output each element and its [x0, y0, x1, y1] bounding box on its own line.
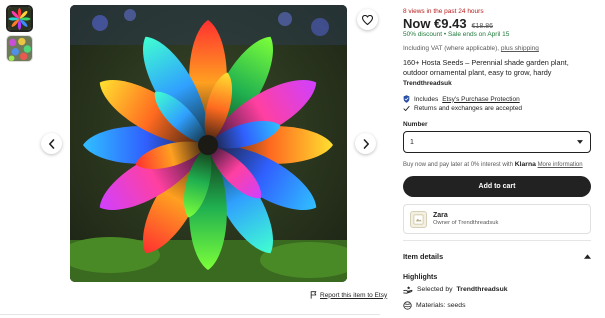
price-row: Now €9.43 €18.86 [403, 16, 493, 31]
returns-text: Returns and exchanges are accepted [414, 105, 523, 112]
returns-row: Returns and exchanges are accepted [403, 105, 522, 112]
heart-icon [362, 14, 373, 25]
number-select[interactable]: 1 [403, 131, 591, 153]
seller-info: Zara Owner of Trendthreadsuk [433, 212, 498, 226]
sale-end-note: Sale ends on April 15 [447, 31, 510, 38]
discount-line: 50% discount • Sale ends on April 15 [403, 31, 509, 38]
discount-note: 50% discount [403, 31, 443, 38]
materials-icon [403, 301, 412, 310]
next-image-button[interactable] [355, 133, 376, 154]
highlight-materials: Materials: seeds [403, 301, 466, 310]
seller-name: Zara [433, 212, 448, 219]
chevron-up-icon [584, 254, 591, 259]
thumbnail-2-image [7, 36, 32, 61]
caret-down-icon [577, 140, 583, 144]
listing-title: 160+ Hosta Seeds – Perennial shade garde… [403, 58, 569, 77]
thumbnail-1-image [8, 7, 31, 30]
thumbnail-1[interactable] [6, 5, 33, 32]
seller-card[interactable]: Zara Owner of Trendthreadsuk [403, 204, 591, 234]
report-item-label: Report this item to Etsy [320, 291, 388, 299]
item-details-toggle[interactable]: Item details [403, 252, 591, 261]
main-product-image [70, 5, 347, 282]
previous-image-button[interactable] [41, 133, 62, 154]
favorite-button[interactable] [357, 9, 378, 30]
shipping-link[interactable]: plus shipping [501, 45, 539, 52]
current-price: Now €9.43 [403, 16, 467, 31]
item-details-title: Item details [403, 252, 444, 261]
number-select-value: 1 [410, 138, 414, 146]
hosta-plant-image [70, 5, 347, 282]
klarna-more-link[interactable]: More information [538, 162, 583, 168]
vat-text: Including VAT (where applicable), [403, 45, 500, 52]
purchase-protection-prefix: Includes [414, 95, 439, 103]
original-price: €18.86 [471, 23, 494, 30]
highlight-selected-by: Selected by Trendthreadsuk [403, 285, 508, 294]
vat-line: Including VAT (where applicable), plus s… [403, 45, 539, 52]
flag-icon [310, 291, 317, 299]
checkmark-icon [403, 106, 410, 111]
add-to-cart-button[interactable]: Add to cart [403, 176, 591, 197]
highlights-title: Highlights [403, 274, 438, 281]
report-item-link[interactable]: Report this item to Etsy [310, 291, 387, 299]
details-divider [403, 240, 591, 241]
chevron-left-icon [48, 138, 54, 149]
purchase-protection-link[interactable]: Etsy's Purchase Protection [442, 96, 519, 103]
selected-by-prefix: Selected by [417, 286, 453, 293]
gallery-divider [0, 314, 380, 315]
shop-name-link[interactable]: Trendthreadsuk [403, 80, 452, 87]
thumbnail-2[interactable] [6, 35, 33, 62]
shop-logo-icon [413, 214, 424, 224]
purchase-protection-row: Includes Etsy's Purchase Protection [403, 95, 520, 103]
seller-avatar [410, 210, 427, 228]
shield-check-icon [403, 95, 410, 103]
materials-text: Materials: seeds [416, 302, 466, 309]
klarna-logo: Klarna [514, 161, 536, 168]
klarna-line: Buy now and pay later at 0% interest wit… [403, 161, 583, 168]
chevron-right-icon [363, 138, 369, 149]
seller-role: Owner of Trendthreadsuk [433, 220, 499, 226]
selected-by-shop: Trendthreadsuk [456, 286, 508, 293]
klarna-prefix: Buy now and pay later at 0% interest wit… [403, 162, 514, 168]
number-label: Number [403, 121, 428, 128]
views-notice: 8 views in the past 24 hours [403, 8, 484, 15]
hands-icon [403, 286, 413, 294]
